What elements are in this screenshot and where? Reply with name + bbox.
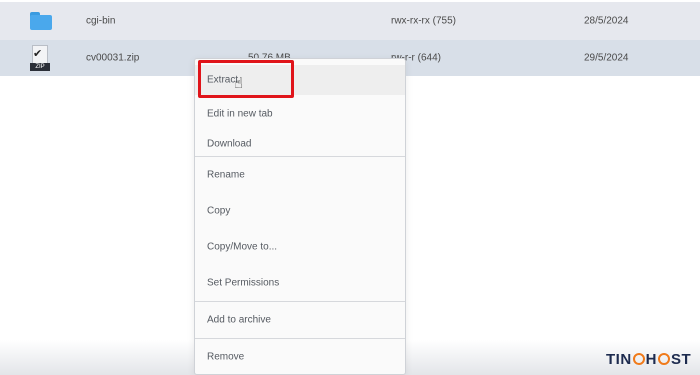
file-date: 28/5/2024 — [584, 15, 629, 27]
menu-item-edit-in-new-tab[interactable]: Edit in new tab — [195, 99, 405, 129]
file-row-cgi-bin[interactable]: cgi-bin rwx-rx-rx (755) 28/5/2024 — [0, 2, 700, 40]
watermark-logo: TIN H ST — [606, 351, 692, 368]
file-date: 29/5/2024 — [584, 52, 629, 64]
folder-icon — [30, 12, 52, 30]
menu-divider — [195, 301, 405, 302]
file-name: cv00031.zip — [86, 52, 140, 64]
file-name: cgi-bin — [86, 15, 116, 27]
menu-item-download[interactable]: Download — [195, 129, 405, 159]
file-permissions: rwx-rx-rx (755) — [391, 15, 456, 27]
menu-item-rename[interactable]: Rename — [195, 160, 405, 190]
menu-item-remove[interactable]: Remove — [195, 342, 405, 372]
menu-item-copy-move-to[interactable]: Copy/Move to... — [195, 232, 405, 262]
menu-item-set-permissions[interactable]: Set Permissions — [195, 268, 405, 298]
context-menu: Extract Edit in new tab Download Rename … — [194, 58, 406, 375]
menu-item-copy[interactable]: Copy — [195, 196, 405, 226]
logo-o-icon — [632, 353, 645, 365]
menu-item-extract[interactable]: Extract — [195, 65, 405, 95]
logo-o-icon — [658, 353, 671, 365]
zip-icon-label: ZIP — [30, 63, 50, 71]
zip-file-icon: ✔ ZIP — [30, 45, 50, 71]
menu-item-add-to-archive[interactable]: Add to archive — [195, 305, 405, 335]
menu-divider — [195, 338, 405, 339]
hand-cursor-icon: ☝ — [234, 75, 244, 92]
menu-divider — [195, 156, 405, 157]
